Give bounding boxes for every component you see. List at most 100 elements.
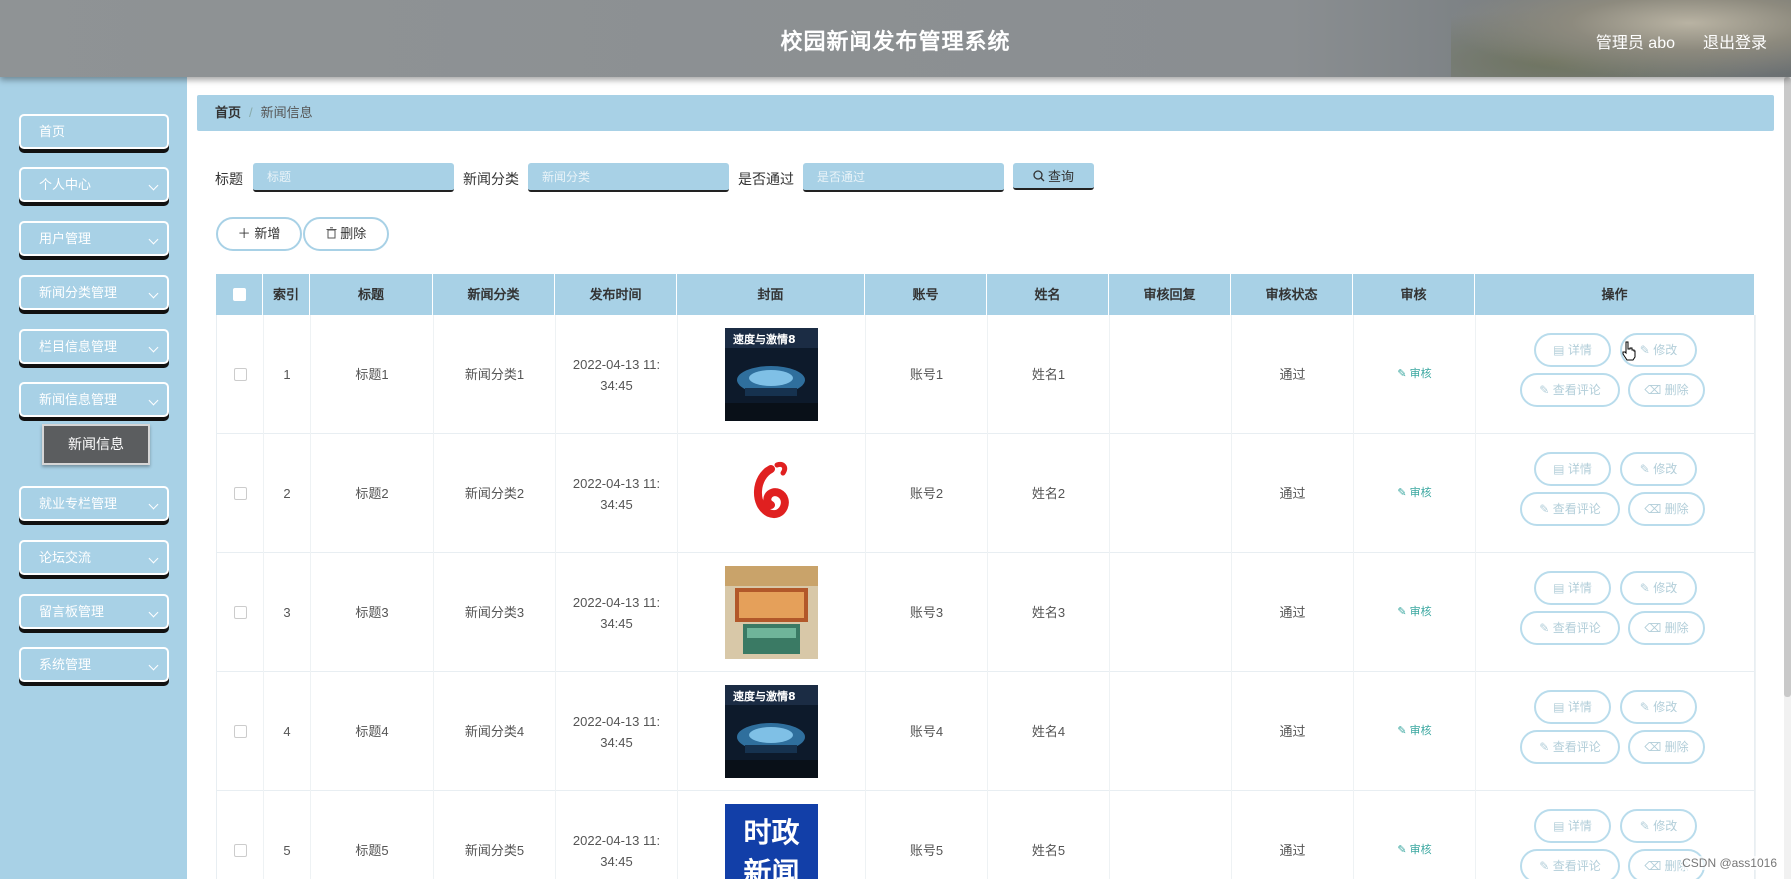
row-checkbox[interactable] bbox=[233, 487, 247, 500]
submenu-item-news-info[interactable]: 新闻信息 bbox=[42, 424, 150, 465]
menu-system[interactable]: 系统管理 bbox=[19, 647, 169, 682]
cover-cell bbox=[678, 434, 866, 553]
time-cell: 2022-04-13 11: 34:45 bbox=[556, 553, 678, 672]
menu-column-info[interactable]: 栏目信息管理 bbox=[19, 329, 169, 364]
detail-button-label: 详情 bbox=[1567, 700, 1592, 714]
time-line-2: 34:45 bbox=[600, 615, 633, 631]
menu-message-board[interactable]: 留言板管理 bbox=[19, 594, 169, 629]
delete-button-label: 删除 bbox=[1664, 383, 1689, 397]
status-cell: 通过 bbox=[1232, 672, 1354, 791]
menu-employment[interactable]: 就业专栏管理 bbox=[19, 486, 169, 521]
menu-home[interactable]: 首页 bbox=[19, 114, 169, 149]
audit-cell: ✎ 审核 bbox=[1354, 791, 1476, 879]
view-comments-button[interactable]: ✎ 查看评论 bbox=[1520, 611, 1620, 645]
audit-link[interactable]: ✎ 审核 bbox=[1397, 483, 1431, 504]
menu-label: 新闻分类管理 bbox=[39, 285, 118, 300]
view-comments-button-label: 查看评论 bbox=[1552, 383, 1601, 397]
chevron-down-icon bbox=[148, 553, 159, 564]
add-button[interactable]: ＋ 新增 bbox=[216, 217, 302, 251]
name-cell: 姓名4 bbox=[988, 672, 1110, 791]
publish-time: 2022-04-13 11: 34:45 bbox=[573, 473, 660, 515]
breadcrumb-current: 新闻信息 bbox=[260, 105, 313, 120]
delete-button[interactable]: ⌫ 删除 bbox=[1628, 492, 1705, 526]
time-line-1: 2022-04-13 11: bbox=[572, 594, 661, 610]
publish-time: 2022-04-13 11: 34:45 bbox=[573, 354, 660, 396]
edit-button-label: 修改 bbox=[1653, 581, 1678, 595]
audit-link[interactable]: ✎ 审核 bbox=[1397, 364, 1431, 385]
breadcrumb-home[interactable]: 首页 bbox=[215, 105, 241, 120]
edit-button[interactable]: ✎ 修改 bbox=[1620, 809, 1697, 843]
row-checkbox[interactable] bbox=[233, 606, 247, 619]
column-header: 审核状态 bbox=[1231, 274, 1353, 315]
category-filter-input[interactable] bbox=[528, 163, 729, 192]
logout-link[interactable]: 退出登录 bbox=[1703, 29, 1767, 53]
watermark: CSDN @ass1016 bbox=[1682, 856, 1777, 870]
index-cell: 2 bbox=[264, 434, 311, 553]
pencil-icon: ✎ bbox=[1397, 487, 1407, 499]
pencil-icon: ✎ bbox=[1539, 383, 1550, 397]
trash-icon: ⌫ bbox=[1644, 502, 1662, 516]
detail-button-label: 详情 bbox=[1567, 581, 1592, 595]
category-cell: 新闻分类2 bbox=[434, 434, 556, 553]
cover-image bbox=[725, 447, 818, 540]
query-button[interactable]: 查询 bbox=[1013, 163, 1094, 190]
pencil-icon: ✎ bbox=[1397, 606, 1407, 618]
menu-news-info[interactable]: 新闻信息管理 bbox=[19, 382, 169, 417]
index-cell: 5 bbox=[264, 791, 311, 879]
audit-link[interactable]: ✎ 审核 bbox=[1397, 602, 1431, 623]
name-cell: 姓名1 bbox=[988, 315, 1110, 434]
edit-button[interactable]: ✎ 修改 bbox=[1620, 571, 1697, 605]
detail-button[interactable]: ▤ 详情 bbox=[1534, 690, 1611, 724]
publish-time: 2022-04-13 11: 34:45 bbox=[573, 592, 660, 634]
audit-label: 审核 bbox=[1409, 844, 1432, 856]
title-cell: 标题3 bbox=[311, 553, 434, 672]
time-cell: 2022-04-13 11: 34:45 bbox=[556, 791, 678, 879]
menu-label: 论坛交流 bbox=[39, 550, 92, 565]
checkbox-cell bbox=[217, 791, 264, 879]
menu-personal-center[interactable]: 个人中心 bbox=[19, 167, 169, 202]
view-comments-button-label: 查看评论 bbox=[1552, 621, 1601, 635]
menu-news-category[interactable]: 新闻分类管理 bbox=[19, 275, 169, 310]
view-comments-button[interactable]: ✎ 查看评论 bbox=[1520, 849, 1620, 879]
menu-user-management[interactable]: 用户管理 bbox=[19, 221, 169, 256]
row-checkbox[interactable] bbox=[233, 725, 247, 738]
pencil-icon: ✎ bbox=[1539, 740, 1550, 754]
row-checkbox[interactable] bbox=[233, 844, 247, 857]
trash-icon bbox=[326, 227, 337, 239]
delete-button[interactable]: ⌫ 删除 bbox=[1628, 611, 1705, 645]
table-header: 索引 标题 新闻分类 发布时间 封面 账号 姓名 审核回复 审核状态 审核 操作 bbox=[216, 274, 1755, 315]
detail-button[interactable]: ▤ 详情 bbox=[1534, 571, 1611, 605]
add-label: 新增 bbox=[254, 226, 281, 241]
audit-link[interactable]: ✎ 审核 bbox=[1397, 721, 1431, 742]
view-comments-button[interactable]: ✎ 查看评论 bbox=[1520, 492, 1620, 526]
edit-button[interactable]: ✎ 修改 bbox=[1620, 690, 1697, 724]
edit-button[interactable]: ✎ 修改 bbox=[1620, 452, 1697, 486]
document-icon: ▤ bbox=[1553, 700, 1565, 714]
passed-filter-label: 是否通过 bbox=[738, 171, 794, 187]
detail-button[interactable]: ▤ 详情 bbox=[1534, 333, 1611, 367]
batch-delete-button[interactable]: 删除 bbox=[303, 217, 389, 251]
detail-button[interactable]: ▤ 详情 bbox=[1534, 452, 1611, 486]
passed-filter-input[interactable] bbox=[803, 163, 1004, 192]
delete-button[interactable]: ⌫ 删除 bbox=[1628, 730, 1705, 764]
category-cell: 新闻分类3 bbox=[434, 553, 556, 672]
title-filter-input[interactable] bbox=[253, 163, 454, 192]
select-all-checkbox[interactable] bbox=[232, 288, 246, 301]
view-comments-button[interactable]: ✎ 查看评论 bbox=[1520, 730, 1620, 764]
cover-image bbox=[725, 566, 818, 659]
menu-forum[interactable]: 论坛交流 bbox=[19, 540, 169, 575]
account-cell: 账号3 bbox=[866, 553, 988, 672]
row-checkbox[interactable] bbox=[233, 368, 247, 381]
column-header: 标题 bbox=[310, 274, 433, 315]
delete-button[interactable]: ⌫ 删除 bbox=[1628, 373, 1705, 407]
audit-link[interactable]: ✎ 审核 bbox=[1397, 840, 1431, 861]
delete-button-label: 删除 bbox=[1664, 502, 1689, 516]
chevron-down-icon bbox=[148, 660, 159, 671]
column-header: 封面 bbox=[677, 274, 865, 315]
pencil-icon: ✎ bbox=[1639, 819, 1650, 833]
view-comments-button[interactable]: ✎ 查看评论 bbox=[1520, 373, 1620, 407]
scrollbar-thumb[interactable] bbox=[1784, 77, 1791, 697]
time-line-1: 2022-04-13 11: bbox=[572, 713, 661, 729]
detail-button[interactable]: ▤ 详情 bbox=[1534, 809, 1611, 843]
operation-cell: ▤ 详情 ✎ 修改 ✎ 查看评论 ⌫ 删除 bbox=[1476, 315, 1756, 434]
